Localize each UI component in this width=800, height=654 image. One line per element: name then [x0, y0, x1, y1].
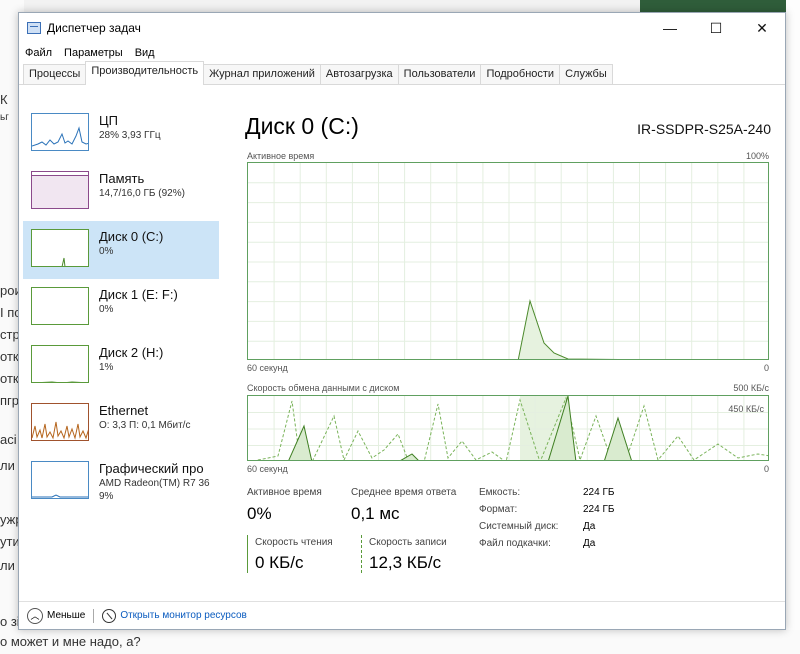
tab-bar: Процессы Производительность Журнал прило… — [19, 61, 785, 85]
active-time-chart-label: Активное время — [247, 151, 315, 161]
sidebar-item-disk-1[interactable]: Диск 1 (E: F:) 0% — [23, 279, 219, 337]
disk-2-thumbnail-graph — [31, 345, 89, 383]
resource-monitor-icon — [102, 608, 117, 623]
sidebar-item-title: Память — [99, 171, 145, 186]
window-title: Диспетчер задач — [47, 21, 141, 35]
sidebar-item-subtitle: 0% — [99, 246, 114, 257]
background-text: пгр — [0, 393, 20, 408]
capacity-label: Емкость: — [479, 487, 521, 498]
write-speed-label: Скорость записи — [369, 537, 447, 548]
read-speed-marker — [247, 535, 248, 573]
background-bottom-text: о может и мне надо, а? — [0, 630, 800, 654]
transfer-rate-chart-max: 500 КБ/с — [733, 383, 769, 393]
tab-details[interactable]: Подробности — [480, 64, 561, 84]
active-time-chart-xaxis-right: 0 — [763, 363, 769, 373]
system-disk-label: Системный диск: — [479, 521, 559, 532]
sidebar-item-title: Ethernet — [99, 403, 149, 418]
title-bar[interactable]: Диспетчер задач — ☐ ✕ — [19, 13, 785, 43]
sidebar-item-title: Графический про — [99, 461, 204, 476]
sidebar-item-title: Диск 1 (E: F:) — [99, 287, 178, 302]
transfer-rate-chart-xaxis-right: 0 — [763, 464, 769, 474]
sidebar-item-subtitle: 14,7/16,0 ГБ (92%) — [99, 188, 185, 199]
sidebar-item-subtitle: 0% — [99, 304, 114, 315]
background-text: ли — [0, 458, 15, 473]
sidebar-item-title: Диск 0 (C:) — [99, 229, 164, 244]
menu-options[interactable]: Параметры — [64, 47, 123, 59]
tab-processes[interactable]: Процессы — [23, 64, 87, 84]
sidebar-item-cpu[interactable]: ЦП 28% 3,93 ГГц — [23, 105, 219, 163]
capacity-value: 224 ГБ — [583, 487, 615, 498]
sidebar-item-subtitle: 9% — [99, 491, 114, 502]
format-label: Формат: — [479, 504, 518, 515]
background-text: ли — [0, 558, 15, 573]
disk-model-name: IR-SSDPR-S25A-240 — [637, 121, 771, 137]
tab-app-history[interactable]: Журнал приложений — [203, 64, 321, 84]
transfer-rate-inner-label: 450 КБ/с — [728, 404, 764, 414]
background-text: стр — [0, 327, 20, 342]
sidebar-item-subtitle: AMD Radeon(TM) R7 36 — [99, 478, 210, 489]
menu-view[interactable]: Вид — [135, 47, 155, 59]
page-title: Диск 0 (C:) — [245, 113, 359, 139]
transfer-rate-chart-label: Скорость обмена данными с диском — [247, 383, 400, 393]
response-time-label: Среднее время ответа — [351, 487, 457, 498]
performance-detail-panel: Диск 0 (C:) IR-SSDPR-S25A-240 Активное в… — [243, 91, 773, 573]
gpu-thumbnail-graph — [31, 461, 89, 499]
sidebar-item-ethernet[interactable]: Ethernet О: 3,3 П: 0,1 Мбит/с — [23, 395, 219, 453]
active-time-label: Активное время — [247, 487, 322, 498]
write-speed-value: 12,3 КБ/с — [369, 553, 442, 572]
page-file-value: Да — [583, 538, 596, 549]
disk-1-thumbnail-graph — [31, 287, 89, 325]
page-file-label: Файл подкачки: — [479, 538, 551, 549]
tab-services[interactable]: Службы — [559, 64, 613, 84]
active-time-chart-max: 100% — [745, 151, 769, 161]
system-disk-value: Да — [583, 521, 596, 532]
sidebar-item-disk-2[interactable]: Диск 2 (H:) 1% — [23, 337, 219, 395]
menu-bar: Файл Параметры Вид — [19, 43, 785, 63]
sidebar-item-disk-0[interactable]: Диск 0 (C:) 0% — [23, 221, 219, 279]
active-time-chart-xaxis-left: 60 секунд — [247, 363, 288, 373]
tab-performance[interactable]: Производительность — [85, 61, 205, 85]
footer-divider — [93, 608, 95, 623]
sidebar-item-title: ЦП — [99, 113, 118, 128]
background-text: ьг — [0, 112, 9, 123]
sidebar-item-memory[interactable]: Память 14,7/16,0 ГБ (92%) — [23, 163, 219, 221]
task-manager-window: Диспетчер задач — ☐ ✕ Файл Параметры Вид… — [18, 12, 786, 630]
transfer-rate-chart: 450 КБ/с — [247, 395, 769, 461]
background-text: о зі — [0, 614, 20, 629]
menu-file[interactable]: Файл — [25, 47, 52, 59]
sidebar-item-subtitle: 1% — [99, 362, 114, 373]
open-resource-monitor-link[interactable]: Открыть монитор ресурсов — [120, 610, 247, 621]
performance-sidebar: ЦП 28% 3,93 ГГц Память 14,7/16,0 ГБ (92%… — [23, 91, 219, 561]
background-right-page — [786, 0, 800, 654]
active-time-value: 0% — [247, 504, 272, 523]
disk-0-thumbnail-graph — [31, 229, 89, 267]
background-text: асі — [0, 432, 17, 447]
read-speed-value: 0 КБ/с — [255, 553, 304, 572]
sidebar-item-subtitle: О: 3,3 П: 0,1 Мбит/с — [99, 420, 191, 431]
memory-thumbnail-graph — [31, 171, 89, 209]
active-time-chart — [247, 162, 769, 360]
footer-bar: ︿ Меньше Открыть монитор ресурсов — [19, 601, 785, 629]
read-speed-label: Скорость чтения — [255, 537, 333, 548]
chevron-up-icon[interactable]: ︿ — [27, 607, 43, 624]
ethernet-thumbnail-graph — [31, 403, 89, 441]
write-speed-marker — [361, 535, 362, 573]
task-manager-icon — [27, 22, 41, 34]
sidebar-item-gpu[interactable]: Графический про AMD Radeon(TM) R7 36 9% — [23, 453, 219, 519]
close-button[interactable]: ✕ — [739, 13, 785, 43]
transfer-rate-chart-xaxis-left: 60 секунд — [247, 464, 288, 474]
background-text: ути — [0, 534, 20, 549]
minimize-button[interactable]: — — [647, 13, 693, 43]
background-text: отк — [0, 371, 19, 386]
fewer-details-link[interactable]: Меньше — [47, 610, 85, 621]
sidebar-item-title: Диск 2 (H:) — [99, 345, 164, 360]
maximize-button[interactable]: ☐ — [693, 13, 739, 43]
format-value: 224 ГБ — [583, 504, 615, 515]
cpu-thumbnail-graph — [31, 113, 89, 151]
tab-users[interactable]: Пользователи — [397, 64, 482, 84]
response-time-value: 0,1 мс — [351, 504, 400, 523]
sidebar-item-subtitle: 28% 3,93 ГГц — [99, 130, 161, 141]
tab-startup[interactable]: Автозагрузка — [319, 64, 399, 84]
background-text: К — [0, 92, 8, 107]
